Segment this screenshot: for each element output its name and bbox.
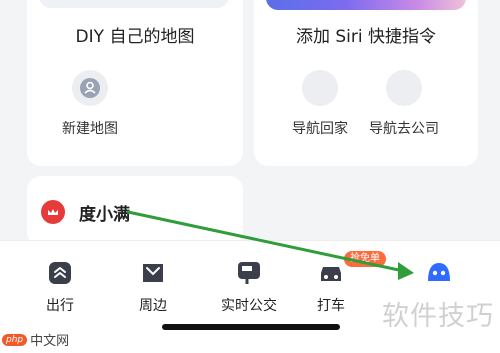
travel-icon [25,259,95,287]
watermark-brand-text: 中文网 [30,334,70,349]
diy-map-banner [39,0,229,8]
home-indicator [162,324,340,330]
bus-icon [214,259,284,287]
siri-shortcut-card[interactable]: 添加 Siri 快捷指令 导航回家 导航去公司 [254,0,478,166]
tab-taxi-label: 打车 [317,298,345,314]
tab-nearby-label: 周边 [139,298,167,314]
watermark-logo: php 中文网 [2,330,69,349]
watermark-text: 软件技巧 [382,301,494,332]
nearby-icon [118,259,188,287]
siri-banner [266,0,466,10]
home-shortcut-icon [302,70,338,106]
tab-nearby[interactable]: 周边 [118,259,188,315]
tab-bus[interactable]: 实时公交 [214,259,284,315]
new-map-label: 新建地图 [62,121,118,137]
navigate-work-shortcut[interactable]: 导航去公司 [364,70,444,138]
user-icon [72,70,108,106]
dxm-title: 度小满 [79,205,130,225]
navigate-home-shortcut[interactable]: 导航回家 [280,70,360,138]
tab-taxi[interactable]: 打车 [296,259,366,315]
diy-map-card[interactable]: DIY 自己的地图 新建地图 [27,0,243,166]
tab-bus-label: 实时公交 [221,298,277,314]
php-logo: php [2,333,28,346]
navigate-home-label: 导航回家 [292,121,348,137]
work-shortcut-icon [386,70,422,106]
tab-travel-label: 出行 [46,298,74,314]
free-order-badge: 抢免单 [344,251,386,267]
diy-map-title: DIY 自己的地图 [75,27,195,47]
navigate-work-label: 导航去公司 [369,121,439,137]
siri-title: 添加 Siri 快捷指令 [295,27,437,47]
new-map-shortcut[interactable]: 新建地图 [50,70,130,138]
assistant-icon [404,259,474,287]
tab-travel[interactable]: 出行 [25,259,95,315]
dxm-card[interactable]: 度小满 [27,176,243,246]
tab-assistant[interactable] [404,259,474,295]
dxm-logo-icon [41,200,65,224]
